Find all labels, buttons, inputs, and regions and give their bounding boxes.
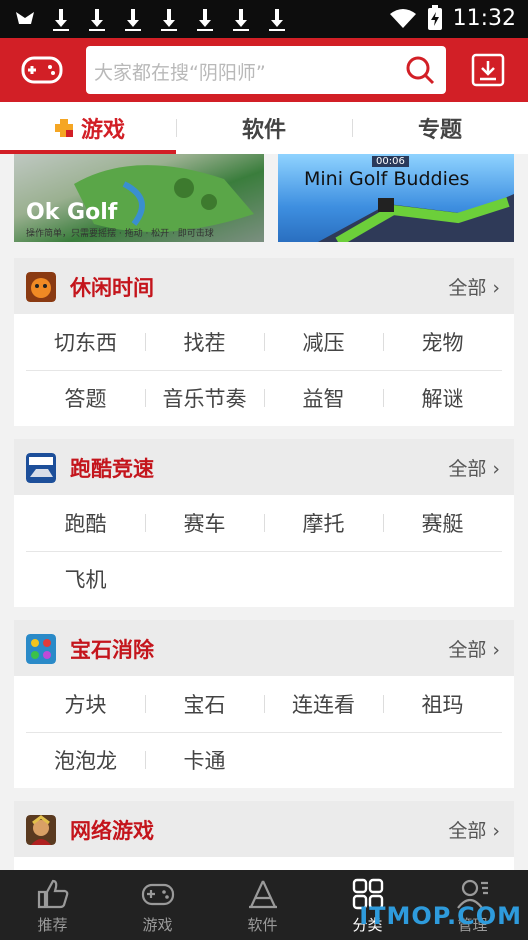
tag-row: 切东西 找茬 减压 宠物 — [26, 314, 502, 371]
tab-software[interactable]: 软件 — [176, 102, 352, 154]
racing-game-icon — [26, 453, 56, 483]
download-icon — [233, 9, 249, 31]
tag-item[interactable]: 连连看 — [264, 676, 383, 732]
download-icon — [269, 9, 285, 31]
tag-row: 泡泡龙 卡通 — [26, 732, 502, 788]
battery-icon — [427, 5, 442, 30]
tag-item[interactable]: 宝石 — [145, 676, 264, 732]
tag-item[interactable]: 宠物 — [383, 314, 502, 370]
download-icon — [53, 9, 69, 31]
banner-mini-golf-buddies[interactable]: 00:06 Mini Golf Buddies — [278, 154, 514, 242]
tag-row: 答题 音乐节奏 益智 解谜 — [26, 370, 502, 426]
tag-item[interactable]: 切东西 — [26, 314, 145, 370]
wifi-icon — [389, 9, 416, 28]
category-racing: 跑酷竞速 全部 › 跑酷 赛车 摩托 赛艇 飞机 — [14, 439, 514, 607]
tag-item[interactable]: 解谜 — [383, 370, 502, 426]
gamepad-icon[interactable] — [20, 52, 64, 88]
search-icon[interactable] — [404, 54, 436, 86]
app-header: 大家都在搜“阴阳师” — [0, 38, 528, 102]
tag-item[interactable]: 飞机 — [26, 551, 145, 607]
download-manager-icon[interactable] — [470, 52, 506, 88]
tag-item[interactable]: 减压 — [264, 314, 383, 370]
tab-topics[interactable]: 专题 — [352, 102, 528, 154]
view-all-link[interactable]: 全部 › — [448, 816, 500, 843]
category-title: 休闲时间 — [70, 276, 154, 300]
category-header[interactable]: 网络游戏 全部 › — [14, 801, 514, 857]
banner-title: Ok Golf — [26, 200, 118, 225]
online-game-icon — [26, 815, 56, 845]
tag-item[interactable]: 祖玛 — [383, 676, 502, 732]
tag-item[interactable]: 泡泡龙 — [26, 732, 145, 788]
category-title: 网络游戏 — [70, 819, 154, 843]
tag-item[interactable]: 赛艇 — [383, 495, 502, 551]
category-header[interactable]: 休闲时间 全部 › — [14, 258, 514, 314]
tag-item[interactable]: 卡通 — [145, 732, 264, 788]
clock: 11:32 — [452, 5, 516, 31]
download-icon — [125, 9, 141, 31]
view-all-link[interactable]: 全部 › — [448, 273, 500, 300]
watermark: ITMOP.COM — [359, 902, 522, 930]
notification-icon — [16, 12, 34, 24]
tab-games[interactable]: 游戏 — [0, 102, 176, 154]
search-input[interactable]: 大家都在搜“阴阳师” — [86, 46, 446, 94]
tag-item[interactable]: 音乐节奏 — [145, 370, 264, 426]
category-online: 网络游戏 全部 › — [14, 801, 514, 870]
tag-item[interactable]: 跑酷 — [26, 495, 145, 551]
category-gems: 宝石消除 全部 › 方块 宝石 连连看 祖玛 泡泡龙 卡通 — [14, 620, 514, 788]
tag-item[interactable]: 赛车 — [145, 495, 264, 551]
tag-row: 飞机 — [26, 551, 502, 607]
tag-item[interactable]: 摩托 — [264, 495, 383, 551]
tag-item[interactable]: 找茬 — [145, 314, 264, 370]
view-all-link[interactable]: 全部 › — [448, 635, 500, 662]
category-title: 跑酷竞速 — [70, 457, 154, 481]
tag-item[interactable]: 益智 — [264, 370, 383, 426]
notification-icons — [14, 6, 288, 32]
category-title: 宝石消除 — [70, 638, 154, 662]
category-casual: 休闲时间 全部 › 切东西 找茬 减压 宠物 答题 音乐节奏 益智 解谜 — [14, 258, 514, 426]
banner-ok-golf[interactable]: Ok Golf 操作简单，只需要摇摆 · 拖动 · 松开 · 即可击球 — [14, 154, 264, 242]
search-placeholder: 大家都在搜“阴阳师” — [94, 62, 266, 84]
tag-item[interactable]: 方块 — [26, 676, 145, 732]
nav-software[interactable]: 软件 — [210, 870, 315, 940]
nav-games[interactable]: 游戏 — [105, 870, 210, 940]
app-store-icon — [249, 880, 277, 909]
thumbs-up-icon — [37, 879, 69, 909]
top-tabs: 游戏 软件 专题 — [0, 102, 528, 154]
view-all-link[interactable]: 全部 › — [448, 454, 500, 481]
casual-game-icon — [26, 272, 56, 302]
banner-subtitle: 操作简单，只需要摇摆 · 拖动 · 松开 · 即可击球 — [26, 229, 214, 239]
category-header[interactable]: 跑酷竞速 全部 › — [14, 439, 514, 495]
mini-golf-course-illustration — [318, 194, 514, 242]
status-bar: 11:32 — [0, 0, 528, 38]
nav-recommend[interactable]: 推荐 — [0, 870, 105, 940]
games-tab-icon — [54, 119, 73, 137]
download-icon — [161, 9, 177, 31]
category-header[interactable]: 宝石消除 全部 › — [14, 620, 514, 676]
tag-row: 方块 宝石 连连看 祖玛 — [26, 676, 502, 733]
download-icon — [197, 9, 213, 31]
download-icon — [89, 9, 105, 31]
gem-game-icon — [26, 634, 56, 664]
gamepad-icon — [141, 883, 175, 906]
tag-item[interactable]: 答题 — [26, 370, 145, 426]
banner-strip: Ok Golf 操作简单，只需要摇摆 · 拖动 · 松开 · 即可击球 00:0… — [0, 154, 528, 250]
tag-row: 跑酷 赛车 摩托 赛艇 — [26, 495, 502, 552]
